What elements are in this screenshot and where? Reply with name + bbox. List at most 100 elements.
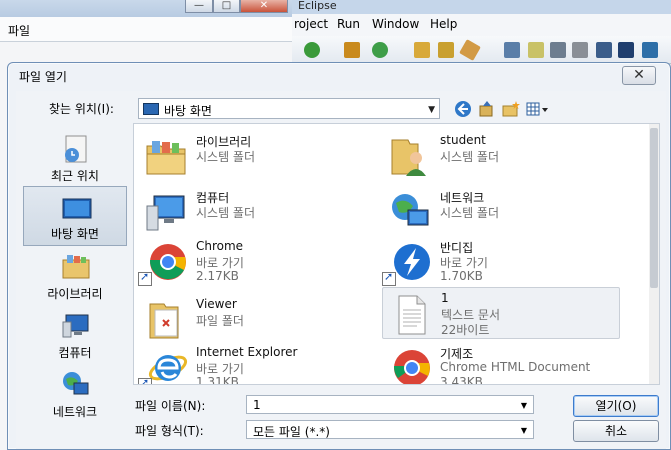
nav-computer[interactable]: 컴퓨터 <box>23 304 127 364</box>
file-item-student[interactable]: student 시스템 폴더 <box>382 130 620 180</box>
file-name: student <box>440 133 486 147</box>
menu-help[interactable]: Help <box>430 17 457 31</box>
file-list-scrollbar[interactable] <box>649 124 659 384</box>
debug-icon[interactable] <box>304 42 320 58</box>
recent-places-icon <box>65 135 87 163</box>
nav-libraries[interactable]: 라이브러리 <box>23 245 127 305</box>
search-toggle-icon[interactable] <box>504 42 520 58</box>
file-size: 2.17KB <box>196 269 239 283</box>
libraries-folder-icon <box>146 141 186 175</box>
nav-recent-places[interactable]: 최근 위치 <box>23 127 127 187</box>
new-folder-icon[interactable] <box>501 99 521 119</box>
file-item-chrome[interactable]: Chrome 바로 가기 2.17KB <box>138 236 376 286</box>
file-open-dialog: 파일 열기 ✕ 찾는 위치(I): 바탕 화면 ▼ 최근 위치 바탕 화면 라이… <box>7 62 671 450</box>
open-folder-icon[interactable] <box>414 42 430 58</box>
shortcut-arrow-icon <box>382 270 396 286</box>
nav-label: 바탕 화면 <box>51 227 99 241</box>
close-button[interactable]: ✕ <box>240 0 288 13</box>
file-name: Internet Explorer <box>196 345 298 359</box>
file-item-viewer[interactable]: Viewer 파일 폴더 <box>138 294 376 344</box>
shortcut-arrow-icon <box>138 376 152 384</box>
text-file-icon <box>398 295 426 335</box>
nav-network[interactable]: 네트워크 <box>23 363 127 423</box>
dialog-title: 파일 열기 <box>19 70 67 84</box>
chevron-down-icon: ▼ <box>428 105 435 115</box>
file-name-combobox[interactable]: 1 ▼ <box>246 395 534 414</box>
nav-desktop[interactable]: 바탕 화면 <box>23 186 127 246</box>
background-menubar: 파일 <box>0 17 292 42</box>
file-type: 시스템 폴더 <box>440 206 500 220</box>
network-icon <box>63 372 89 395</box>
file-item-bandizip[interactable]: 반디집 바로 가기 1.70KB <box>382 236 620 286</box>
dialog-close-button[interactable]: ✕ <box>622 66 656 85</box>
eclipse-toolbar <box>292 36 671 64</box>
network-icon <box>392 194 429 226</box>
file-size: 1.70KB <box>440 269 483 283</box>
new-class-icon[interactable] <box>372 42 388 58</box>
shortcut-arrow-icon <box>138 270 152 286</box>
chrome-icon <box>393 350 430 384</box>
perspective-icon[interactable] <box>642 42 658 58</box>
computer-icon <box>146 195 185 231</box>
scrollbar-thumb[interactable] <box>650 128 658 288</box>
file-type: 시스템 폴더 <box>196 150 256 164</box>
computer-icon <box>62 314 89 338</box>
file-item-libraries[interactable]: 라이브러리 시스템 폴더 <box>138 130 376 180</box>
background-window-titlebar: — □ ✕ <box>0 0 292 17</box>
pencil-icon[interactable] <box>459 39 481 61</box>
file-name: Chrome <box>196 239 244 253</box>
eclipse-menubar: roject Run Window Help <box>292 14 671 36</box>
nav-label: 네트워크 <box>52 405 98 419</box>
show-whitespace-icon[interactable] <box>550 42 566 58</box>
places-bar: 최근 위치 바탕 화면 라이브러리 컴퓨터 네트워크 <box>18 123 129 425</box>
new-package-icon[interactable] <box>344 42 360 58</box>
block-select-icon[interactable] <box>572 42 588 58</box>
file-type-combobox[interactable]: 모든 파일 (*.*) ▼ <box>246 420 534 439</box>
open-task-icon[interactable] <box>596 42 612 58</box>
up-folder-icon[interactable] <box>477 99 497 119</box>
chevron-down-icon: ▼ <box>520 401 527 410</box>
open-button[interactable]: 열기(O) <box>573 395 659 417</box>
file-list[interactable]: 라이브러리 시스템 폴더 student 시스템 폴더 컴퓨터 시스템 폴더 네… <box>133 123 660 385</box>
minimize-button[interactable]: — <box>185 0 213 13</box>
file-size: 1.31KB <box>196 375 239 385</box>
maximize-button[interactable]: □ <box>213 0 240 13</box>
highlight-icon[interactable] <box>528 42 544 58</box>
file-name: Viewer <box>196 297 237 311</box>
user-folder-icon <box>391 139 426 176</box>
file-item-text-1[interactable]: 1 텍스트 문서 22바이트 <box>382 287 620 339</box>
file-type: 시스템 폴더 <box>440 150 500 164</box>
menu-run[interactable]: Run <box>337 17 360 31</box>
file-item-chrome-document[interactable]: 기제조 Chrome HTML Document 3.43KB <box>382 342 620 385</box>
file-item-internet-explorer[interactable]: Internet Explorer 바로 가기 1.31KB <box>138 342 376 385</box>
file-item-network[interactable]: 네트워크 시스템 폴더 <box>382 186 620 236</box>
file-size: 3.43KB <box>440 375 483 385</box>
look-in-value: 바탕 화면 <box>164 104 212 118</box>
nav-label: 라이브러리 <box>47 287 103 301</box>
file-name-value: 1 <box>253 398 261 412</box>
open-type-icon[interactable] <box>438 42 454 58</box>
view-menu-icon[interactable] <box>525 99 551 119</box>
paragraph-icon[interactable] <box>618 42 634 58</box>
menu-project[interactable]: roject <box>294 17 328 31</box>
file-type: Chrome HTML Document <box>440 360 591 374</box>
eclipse-titlebar: Eclipse <box>292 0 671 14</box>
menu-window[interactable]: Window <box>372 17 419 31</box>
desktop-icon <box>62 198 92 219</box>
folder-icon <box>149 303 179 339</box>
file-size: 22바이트 <box>441 323 490 337</box>
file-type: 시스템 폴더 <box>196 206 256 220</box>
file-name-label: 파일 이름(N): <box>135 399 206 413</box>
file-item-computer[interactable]: 컴퓨터 시스템 폴더 <box>138 186 376 236</box>
file-name: 1 <box>441 291 449 305</box>
cancel-button[interactable]: 취소 <box>573 420 659 442</box>
eclipse-title: Eclipse <box>298 0 337 12</box>
nav-label: 최근 위치 <box>51 169 99 183</box>
look-in-combobox[interactable]: 바탕 화면 ▼ <box>138 98 440 119</box>
menu-file[interactable]: 파일 <box>8 22 30 39</box>
file-type-value: 모든 파일 (*.*) <box>253 425 330 439</box>
desktop-small-icon <box>143 103 159 115</box>
back-icon[interactable] <box>453 99 473 119</box>
file-type-label: 파일 형식(T): <box>135 424 204 438</box>
nav-label: 컴퓨터 <box>58 346 92 360</box>
